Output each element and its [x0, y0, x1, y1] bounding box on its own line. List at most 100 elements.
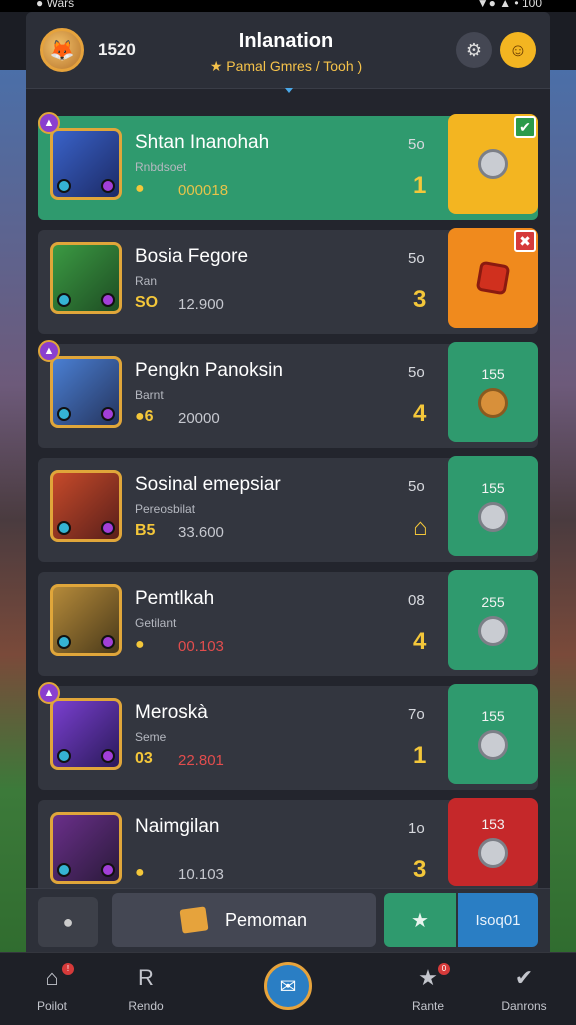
- reward-button[interactable]: ✔: [448, 114, 538, 214]
- coin-icon: [478, 388, 508, 418]
- coin-icon: [478, 149, 508, 179]
- reward-count: 155: [481, 366, 505, 382]
- list-item[interactable]: ▲ Meroskà Seme 03 22.801 7o 1 155: [38, 682, 538, 790]
- player-score: 12.900: [178, 296, 224, 313]
- player-name: Sosinal emepsiar: [135, 474, 281, 495]
- element-icon: [57, 293, 71, 307]
- list-item[interactable]: Pemtlkah Getilant ● 00.103 08 4 255: [38, 570, 538, 676]
- player-avatar: [50, 812, 122, 884]
- notification-badge: !: [62, 963, 74, 975]
- reward-count: 155: [481, 480, 505, 496]
- player-rank: 3: [413, 856, 427, 883]
- list-item[interactable]: Sosinal emepsiar Pereosbilat B5 33.600 5…: [38, 456, 538, 562]
- element-icon: [101, 863, 115, 877]
- player-name: Naimgilan: [135, 816, 220, 837]
- element-icon: [101, 521, 115, 535]
- reward-count: 155: [481, 708, 505, 724]
- player-points: 5o: [408, 364, 425, 381]
- player-score: 10.103: [178, 866, 224, 883]
- status-right: ▼● ▲ • 100: [476, 0, 542, 10]
- profile-button[interactable]: ●: [38, 897, 98, 947]
- player-score: 000018: [178, 182, 229, 199]
- gem-icon: [475, 260, 511, 296]
- element-icon: [57, 407, 71, 421]
- element-icon: [57, 521, 71, 535]
- nav-label: Poilot: [36, 999, 68, 1013]
- nav-item-rank[interactable]: R Rendo: [106, 965, 186, 1013]
- player-rank: 4: [413, 628, 427, 655]
- nav-label: Danrons: [501, 999, 547, 1013]
- avatar[interactable]: 🦊: [40, 28, 84, 72]
- header: 🦊 1520 Inlanation ★ Pamal Gmres / Tooh )…: [26, 12, 550, 89]
- chat-button[interactable]: ✉: [264, 962, 312, 1010]
- open-chest-label: Pemoman: [224, 909, 308, 930]
- player-subtitle: Rnbdsoet: [135, 160, 187, 174]
- player-subtitle: Getilant: [135, 616, 177, 630]
- player-avatar: [50, 470, 122, 542]
- element-icon: [101, 179, 115, 193]
- nav-item-home[interactable]: ⌂! Poilot: [12, 963, 92, 1013]
- status-left: ● Wars: [36, 0, 75, 10]
- status-bar: ● Wars ▼● ▲ • 100: [0, 0, 576, 12]
- player-subtitle: Seme: [135, 730, 167, 744]
- page-title: Inlanation: [238, 30, 334, 52]
- player-points: 1o: [408, 820, 425, 837]
- element-icon: [101, 293, 115, 307]
- player-avatar: [50, 242, 122, 314]
- nav-label: Rendo: [128, 999, 164, 1013]
- secondary-button[interactable]: Isoq01: [458, 893, 538, 947]
- reward-button[interactable]: 255: [448, 570, 538, 670]
- smile-icon[interactable]: ☺: [500, 32, 536, 68]
- reward-button[interactable]: 155: [448, 456, 538, 556]
- rank-icon: R: [138, 965, 154, 990]
- player-points: 5o: [408, 250, 425, 267]
- player-subtitle: Ran: [135, 274, 158, 288]
- search-icon: [478, 616, 508, 646]
- currency-icon: B5: [135, 522, 156, 539]
- element-icon: [57, 635, 71, 649]
- player-name: Bosia Fegore: [135, 246, 249, 267]
- reward-button[interactable]: 155: [448, 342, 538, 442]
- player-score: 22.801: [178, 752, 224, 769]
- nav-item-done[interactable]: ✔ Danrons: [484, 965, 564, 1013]
- player-avatar: [50, 356, 122, 428]
- element-icon: [57, 863, 71, 877]
- lock-chest-icon: [478, 502, 508, 532]
- player-rank: 3: [413, 286, 427, 313]
- player-avatar: [50, 128, 122, 200]
- list-item[interactable]: Bosia Fegore Ran SO 12.900 5o 3 ✖: [38, 228, 538, 334]
- list-item[interactable]: ▲ Pengkn Panoksin Barnt ●6 20000 5o 4 15…: [38, 340, 538, 448]
- reward-button[interactable]: ✖: [448, 228, 538, 328]
- player-points: 5o: [408, 478, 425, 495]
- player-avatar: [50, 698, 122, 770]
- player-points: 7o: [408, 706, 425, 723]
- currency-icon: ●6: [135, 408, 154, 425]
- player-score: 00.103: [178, 638, 224, 655]
- element-icon: [101, 407, 115, 421]
- currency-icon: ●: [135, 864, 145, 881]
- list-item[interactable]: Naimgilan ● 10.103 1o 3 153: [38, 798, 538, 888]
- list-item[interactable]: ▲ Shtan Inanohah Rnbdsoet ● 000018 5o 1 …: [38, 112, 538, 220]
- reward-count: 153: [481, 816, 505, 832]
- action-bar: ● Pemoman ★ Isoq01: [26, 888, 550, 953]
- gear-icon[interactable]: ⚙: [456, 32, 492, 68]
- player-avatar: [50, 584, 122, 656]
- reward-button[interactable]: 153: [448, 798, 538, 886]
- level-badge: ▲: [38, 682, 60, 704]
- player-rank: 4: [413, 400, 427, 427]
- player-score: 20000: [178, 410, 220, 427]
- star-icon: ★ 0: [388, 963, 468, 993]
- element-icon: [57, 749, 71, 763]
- currency-icon: ●: [135, 636, 145, 653]
- nav-item-favorites[interactable]: ★ 0 Rante: [388, 963, 468, 1013]
- element-icon: [101, 635, 115, 649]
- player-name: Pengkn Panoksin: [135, 360, 283, 381]
- open-chest-button[interactable]: Pemoman: [112, 893, 376, 947]
- chest-icon: [179, 906, 209, 934]
- level-badge: ▲: [38, 340, 60, 362]
- reward-button[interactable]: 155: [448, 684, 538, 784]
- caret-down-icon: [285, 88, 293, 93]
- star-button[interactable]: ★: [384, 893, 456, 947]
- element-icon: [101, 749, 115, 763]
- player-name: Pemtlkah: [135, 588, 215, 609]
